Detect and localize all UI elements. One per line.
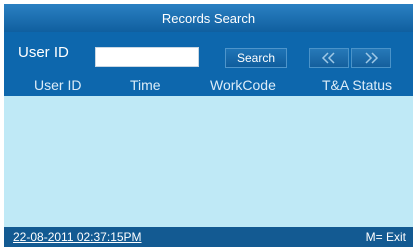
records-list[interactable] [4,96,413,227]
double-left-chevron-icon [320,52,338,64]
double-right-chevron-icon [362,52,380,64]
title-bar: Records Search [4,4,413,32]
status-bar: 22-08-2011 02:37:15PM M= Exit [4,227,413,247]
exit-hint: M= Exit [365,230,406,244]
column-header-time: Time [130,77,161,93]
column-header-workcode: WorkCode [210,77,276,93]
search-bar: User ID Search [4,32,413,76]
next-page-button[interactable] [351,48,391,68]
column-header-ta-status: T&A Status [322,77,393,93]
user-id-input[interactable] [95,47,199,67]
records-search-screen: Records Search User ID Search User ID Ti… [4,4,413,247]
table-header: User ID Time WorkCode T&A Status [4,76,413,96]
search-button[interactable]: Search [225,48,287,68]
previous-page-button[interactable] [309,48,349,68]
current-datetime: 22-08-2011 02:37:15PM [13,230,142,244]
user-id-label: User ID [18,44,69,61]
column-header-user-id: User ID [34,77,82,93]
window-title: Records Search [161,10,256,26]
